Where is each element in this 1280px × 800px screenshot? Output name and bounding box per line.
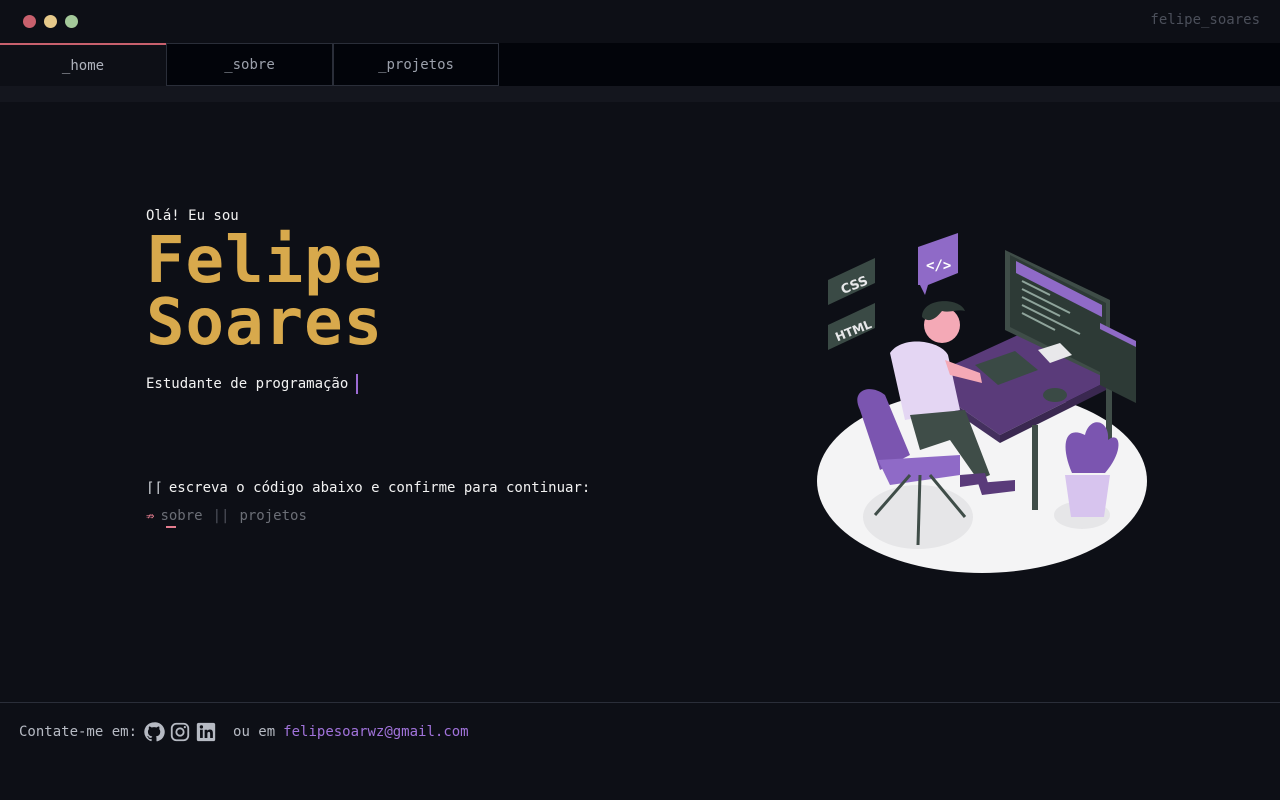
maximize-window-dot[interactable]: [65, 15, 78, 28]
header-shadow: [0, 86, 1280, 102]
hero-name: Felipe Soares: [146, 224, 384, 360]
hero-section: Olá! Eu sou Felipe Soares Estudante de p…: [146, 208, 383, 394]
role-line: Estudante de programação: [146, 374, 383, 394]
minimize-window-dot[interactable]: [44, 15, 57, 28]
last-name: Soares: [146, 286, 384, 360]
instagram-icon[interactable]: [169, 721, 191, 743]
tab-bar: _home _sobre _projetos: [0, 43, 1280, 86]
contact-label: Contate-me em:: [19, 724, 138, 740]
role-text: Estudante de programação: [146, 376, 349, 392]
prompt-bracket: ⌈⌈: [146, 480, 163, 496]
tab-label: _sobre: [224, 56, 275, 73]
developer-illustration: CSS HTML </>: [810, 225, 1160, 585]
code-badge-label: </>: [926, 258, 951, 274]
command-option-projetos[interactable]: projetos: [239, 508, 306, 524]
title-bar: felipe_soares: [0, 0, 1280, 43]
email-link[interactable]: felipesoarwz@gmail.com: [283, 724, 468, 740]
command-input-line[interactable]: ⇏ sobre || projetos: [146, 508, 307, 524]
tab-projetos[interactable]: _projetos: [333, 43, 499, 86]
prompt-text: escreva o código abaixo e confirme para …: [168, 480, 591, 496]
github-icon[interactable]: [143, 721, 165, 743]
tab-sobre[interactable]: _sobre: [166, 43, 333, 86]
or-label: ou em: [233, 724, 276, 740]
close-window-dot[interactable]: [23, 15, 36, 28]
command-separator: ||: [212, 508, 230, 524]
tab-home[interactable]: _home: [0, 43, 166, 86]
tab-label: _projetos: [378, 56, 454, 73]
input-cursor: [166, 526, 176, 528]
footer: Contate-me em: ou em felipesoarwz@gmail.…: [0, 702, 1280, 800]
greeting-text: Olá! Eu sou: [146, 208, 239, 224]
command-prompt: ⌈⌈ escreva o código abaixo e confirme par…: [146, 480, 590, 496]
prompt-arrow-icon: ⇏: [146, 508, 155, 524]
first-name: Felipe: [146, 224, 384, 298]
contact-row: Contate-me em: ou em felipesoarwz@gmail.…: [19, 721, 469, 743]
brand-name: felipe_soares: [1150, 12, 1260, 28]
typing-caret: [356, 374, 359, 394]
linkedin-icon[interactable]: [195, 721, 217, 743]
command-option-sobre[interactable]: sobre: [160, 508, 202, 524]
tab-label: _home: [61, 57, 105, 74]
developer-desk-image: CSS HTML </>: [817, 233, 1147, 573]
